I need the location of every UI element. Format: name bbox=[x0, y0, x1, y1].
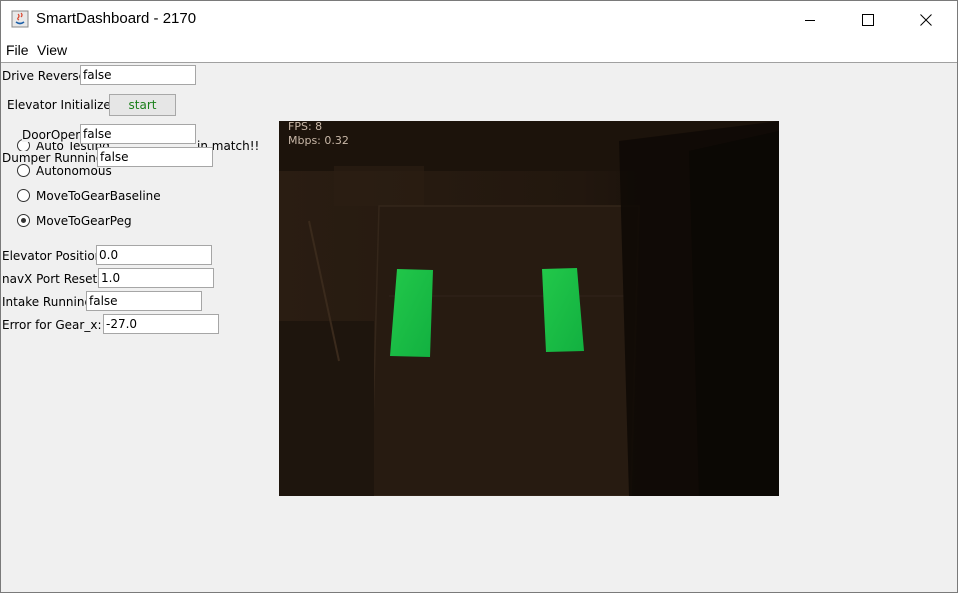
radio-move-to-gear-peg-label: MoveToGearPeg bbox=[36, 214, 132, 228]
radio-selected-dot bbox=[21, 218, 26, 223]
camera-frame bbox=[279, 121, 779, 496]
window-title: SmartDashboard - 2170 bbox=[36, 10, 197, 27]
drive-reverse-label: Drive Reverse bbox=[2, 69, 87, 83]
camera-fps: FPS: 8 bbox=[288, 121, 323, 133]
menu-file[interactable]: File bbox=[6, 42, 29, 58]
camera-stream: FPS: 8 Mbps: 0.32 bbox=[279, 121, 779, 496]
menu-bar: File View bbox=[1, 38, 957, 63]
elevator-initialize-label: Elevator Initialize bbox=[7, 98, 111, 112]
title-bar[interactable]: SmartDashboard - 2170 bbox=[1, 1, 957, 38]
radio-autonomous-label: Autonomous bbox=[36, 164, 112, 178]
intake-running-label: Intake Running bbox=[2, 295, 93, 309]
camera-mbps: Mbps: 0.32 bbox=[288, 134, 349, 147]
dumper-running-field[interactable]: false bbox=[97, 147, 213, 167]
intake-running-field[interactable]: false bbox=[86, 291, 202, 311]
maximize-icon bbox=[862, 13, 874, 26]
minimize-button[interactable] bbox=[787, 1, 833, 38]
navx-port-resets-label: navX Port Resets bbox=[2, 272, 104, 286]
door-open-field[interactable]: false bbox=[80, 124, 196, 144]
navx-port-resets-field[interactable]: 1.0 bbox=[98, 268, 214, 288]
radio-move-to-gear-baseline-label: MoveToGearBaseline bbox=[36, 189, 161, 203]
vision-target-right bbox=[542, 268, 584, 352]
drive-reverse-field[interactable]: false bbox=[80, 65, 196, 85]
dashboard-content: Drive Reverse false Elevator Initialize … bbox=[1, 63, 957, 592]
elevator-position-field[interactable]: 0.0 bbox=[96, 245, 212, 265]
radio-move-to-gear-baseline[interactable] bbox=[17, 189, 30, 202]
elevator-position-label: Elevator Position bbox=[2, 249, 103, 263]
door-open-label: DoorOpen bbox=[22, 128, 83, 142]
maximize-button[interactable] bbox=[845, 1, 891, 38]
close-button[interactable] bbox=[903, 1, 949, 38]
vision-target-left bbox=[390, 269, 433, 357]
error-gear-x-field[interactable]: -27.0 bbox=[103, 314, 219, 334]
java-app-icon bbox=[11, 10, 29, 28]
minimize-icon bbox=[805, 19, 815, 21]
error-gear-x-label: Error for Gear_x: bbox=[2, 318, 102, 332]
menu-view[interactable]: View bbox=[37, 42, 67, 58]
radio-autonomous[interactable] bbox=[17, 164, 30, 177]
elevator-initialize-start-button[interactable]: start bbox=[109, 94, 176, 116]
dumper-running-label: Dumper Running bbox=[2, 151, 104, 165]
smartdashboard-window: SmartDashboard - 2170 File View Drive Re… bbox=[0, 0, 958, 593]
close-icon bbox=[920, 13, 932, 26]
radio-move-to-gear-peg[interactable] bbox=[17, 214, 30, 227]
